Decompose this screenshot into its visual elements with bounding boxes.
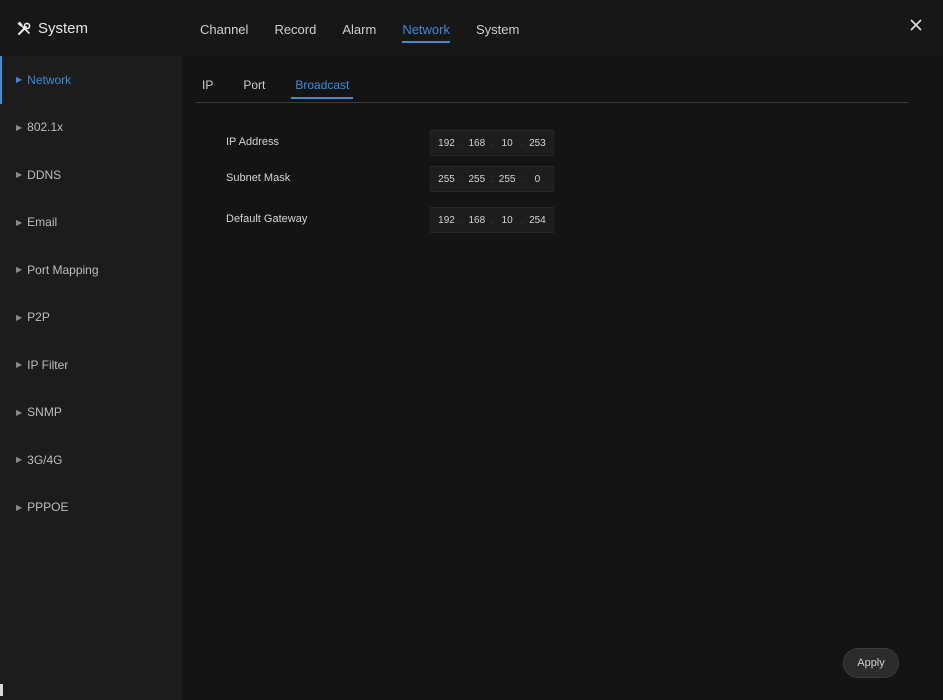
sidebar-item-3g4g[interactable]: ▶ 3G/4G bbox=[0, 436, 182, 484]
octet-separator: . bbox=[460, 215, 463, 225]
tab-network[interactable]: Network bbox=[402, 22, 450, 43]
subtab-port[interactable]: Port bbox=[243, 78, 265, 99]
tab-system[interactable]: System bbox=[476, 22, 519, 43]
ip-octet-1[interactable]: 192 bbox=[436, 138, 458, 149]
divider bbox=[196, 102, 908, 103]
subnet-mask-label: Subnet Mask bbox=[226, 172, 291, 184]
octet-separator: . bbox=[490, 138, 494, 148]
default-gateway-row: Default Gateway 192. 168. 10. 254 bbox=[226, 207, 586, 233]
mask-octet-1[interactable]: 255 bbox=[436, 174, 458, 185]
top-bar: System Channel Record Alarm Network Syst… bbox=[0, 0, 943, 56]
ip-octet-4[interactable]: 253 bbox=[526, 138, 548, 149]
gateway-octet-4[interactable]: 254 bbox=[526, 215, 548, 226]
close-button[interactable] bbox=[907, 16, 925, 34]
gateway-octet-3[interactable]: 10 bbox=[496, 215, 518, 226]
sidebar-item-label: Network bbox=[27, 72, 72, 87]
mask-octet-4[interactable]: 0 bbox=[526, 174, 548, 185]
sidebar-item-8021x[interactable]: ▶ 802.1x bbox=[0, 104, 182, 152]
sidebar-item-label: 802.1x bbox=[27, 120, 64, 135]
subnet-mask-field[interactable]: 255. 255. 255. 0 bbox=[430, 166, 554, 192]
sidebar-item-snmp[interactable]: ▶ SNMP bbox=[0, 389, 182, 437]
triangle-right-icon: ▶ bbox=[16, 217, 23, 227]
gateway-octet-1[interactable]: 192 bbox=[436, 215, 458, 226]
sidebar-item-network[interactable]: ▶ Network bbox=[0, 56, 182, 104]
triangle-right-icon: ▶ bbox=[16, 75, 23, 85]
sidebar-item-label: DDNS bbox=[27, 167, 62, 182]
sidebar-edge-marker bbox=[0, 684, 3, 696]
subnet-mask-row: Subnet Mask 255. 255. 255. 0 bbox=[226, 166, 586, 192]
ip-address-label: IP Address bbox=[226, 136, 279, 148]
triangle-right-icon: ▶ bbox=[16, 502, 23, 512]
mask-octet-3[interactable]: 255 bbox=[496, 174, 518, 185]
sidebar-item-label: Port Mapping bbox=[27, 262, 99, 277]
gateway-octet-2[interactable]: 168 bbox=[466, 215, 488, 226]
octet-separator: . bbox=[460, 174, 463, 184]
sidebar-item-ddns[interactable]: ▶ DDNS bbox=[0, 151, 182, 199]
octet-separator: . bbox=[490, 174, 494, 184]
subtab-broadcast[interactable]: Broadcast bbox=[291, 78, 354, 99]
default-gateway-field[interactable]: 192. 168. 10. 254 bbox=[430, 207, 554, 233]
tab-record[interactable]: Record bbox=[274, 22, 316, 43]
triangle-right-icon: ▶ bbox=[16, 265, 23, 275]
sidebar-item-pppoe[interactable]: ▶ PPPOE bbox=[0, 484, 182, 532]
sidebar-item-label: PPPOE bbox=[27, 500, 69, 515]
tools-icon bbox=[16, 21, 32, 37]
ip-address-row: IP Address 192. 168. 10. 253 bbox=[226, 130, 586, 156]
triangle-right-icon: ▶ bbox=[16, 360, 23, 370]
triangle-right-icon: ▶ bbox=[16, 312, 23, 322]
octet-separator: . bbox=[521, 138, 524, 148]
ip-octet-3[interactable]: 10 bbox=[496, 138, 518, 149]
sidebar-item-email[interactable]: ▶ Email bbox=[0, 199, 182, 247]
top-tabs: Channel Record Alarm Network System bbox=[200, 22, 545, 43]
ip-address-field[interactable]: 192. 168. 10. 253 bbox=[430, 130, 554, 156]
mask-octet-2[interactable]: 255 bbox=[466, 174, 488, 185]
app-title: System bbox=[16, 20, 88, 37]
sidebar-item-p2p[interactable]: ▶ P2P bbox=[0, 294, 182, 342]
tab-channel[interactable]: Channel bbox=[200, 22, 248, 43]
sub-tabs: IP Port Broadcast bbox=[202, 78, 379, 99]
sidebar-item-label: Email bbox=[27, 215, 58, 230]
app-title-label: System bbox=[38, 20, 89, 37]
default-gateway-label: Default Gateway bbox=[226, 213, 308, 225]
octet-separator: . bbox=[521, 174, 524, 184]
octet-separator: . bbox=[521, 215, 524, 225]
sidebar-item-label: SNMP bbox=[27, 405, 62, 420]
ip-octet-2[interactable]: 168 bbox=[466, 138, 488, 149]
main-panel: IP Port Broadcast IP Address 192. 168. 1… bbox=[182, 56, 943, 700]
subtab-ip[interactable]: IP bbox=[202, 78, 213, 99]
triangle-right-icon: ▶ bbox=[16, 455, 23, 465]
sidebar: ▶ Network ▶ 802.1x ▶ DDNS ▶ Email ▶ Port Mapp… bbox=[0, 56, 182, 700]
sidebar-item-label: P2P bbox=[27, 310, 50, 325]
octet-separator: . bbox=[460, 138, 463, 148]
sidebar-item-port-mapping[interactable]: ▶ Port Mapping bbox=[0, 246, 182, 294]
sidebar-item-ip-filter[interactable]: ▶ IP Filter bbox=[0, 341, 182, 389]
close-icon bbox=[910, 19, 922, 31]
sidebar-item-label: 3G/4G bbox=[27, 452, 63, 467]
sidebar-item-label: IP Filter bbox=[27, 357, 69, 372]
triangle-right-icon: ▶ bbox=[16, 407, 23, 417]
tab-alarm[interactable]: Alarm bbox=[342, 22, 376, 43]
triangle-right-icon: ▶ bbox=[16, 170, 23, 180]
apply-button[interactable]: Apply bbox=[843, 648, 899, 678]
triangle-right-icon: ▶ bbox=[16, 122, 23, 132]
octet-separator: . bbox=[490, 215, 494, 225]
